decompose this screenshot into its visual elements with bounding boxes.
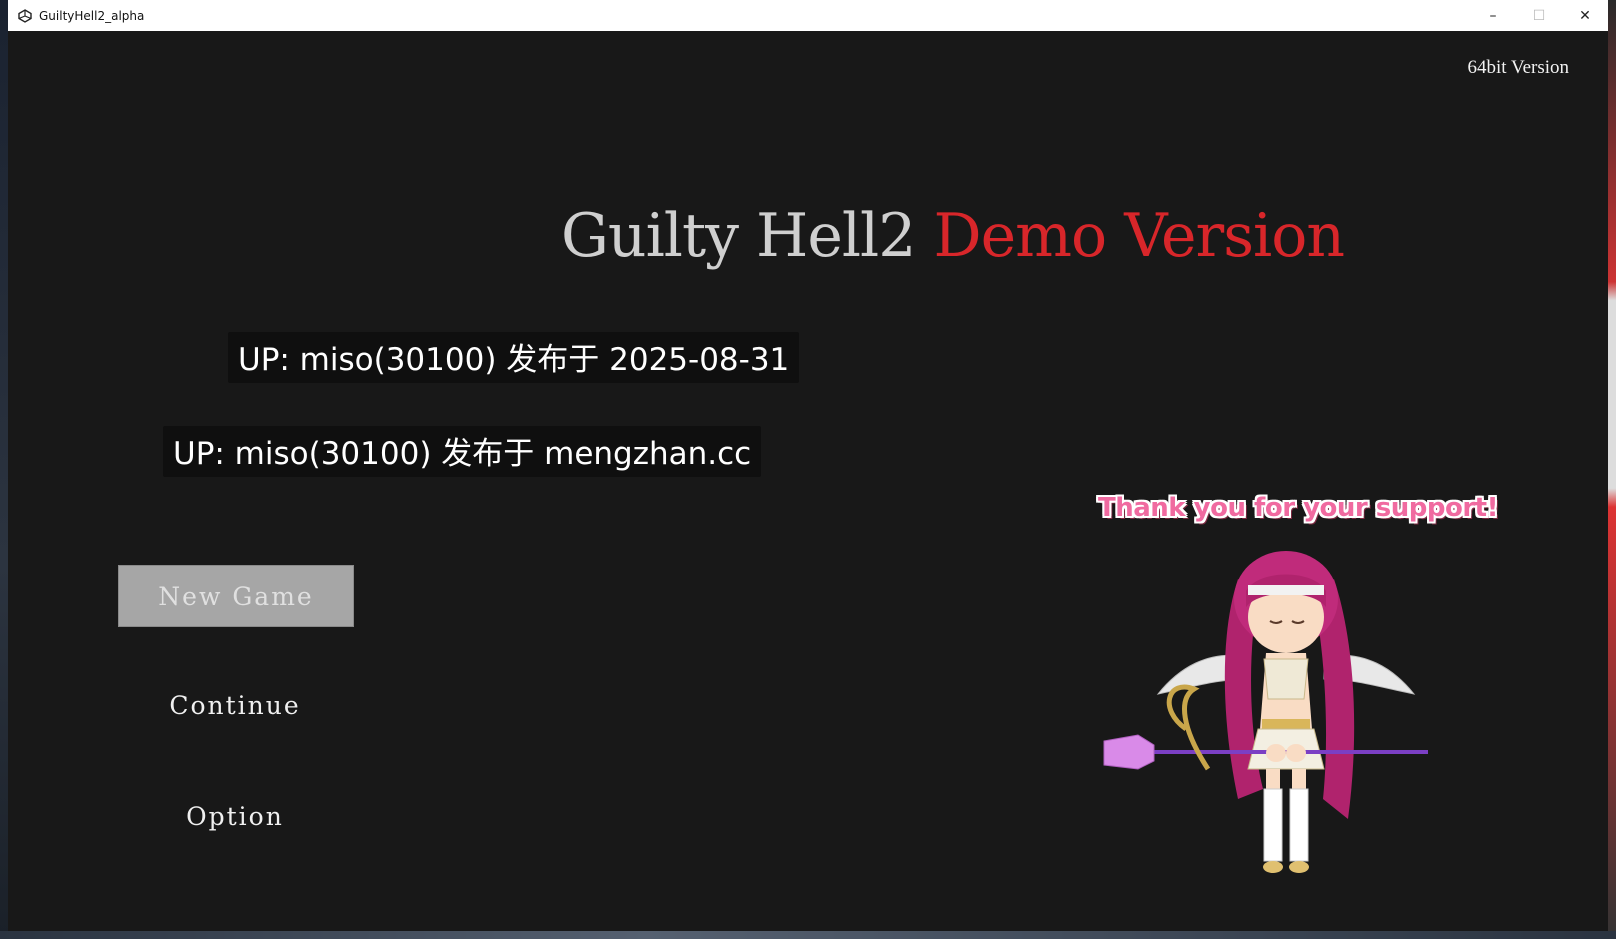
unity-icon (17, 8, 33, 24)
angel-girl-illustration (1103, 551, 1428, 873)
close-button[interactable]: ✕ (1562, 0, 1608, 31)
window-title: GuiltyHell2_alpha (39, 8, 145, 23)
game-screen: 64bit Version Guilty Hell2 Demo Version … (8, 31, 1608, 931)
uploader-site-label: UP: miso(30100) 发布于 mengzhan.cc (163, 426, 762, 477)
game-title: Guilty Hell2 Demo Version (561, 201, 1345, 271)
game-title-demo: Demo Version (933, 201, 1345, 271)
desktop-background-right (1608, 0, 1616, 939)
desktop-background-bottom (0, 931, 1616, 939)
game-window: GuiltyHell2_alpha – ☐ ✕ 64bit Version Gu… (8, 0, 1608, 931)
minimize-button[interactable]: – (1470, 0, 1516, 31)
maximize-button[interactable]: ☐ (1516, 0, 1562, 31)
game-title-main: Guilty Hell2 (561, 201, 916, 271)
uploader-date-label: UP: miso(30100) 发布于 2025-08-31 (228, 332, 800, 383)
thanks-message: Thank you for your support! (1098, 493, 1498, 523)
continue-button[interactable]: Continue (118, 675, 352, 735)
new-game-button[interactable]: New Game (118, 565, 354, 627)
desktop-background-left (0, 0, 8, 939)
version-label: 64bit Version (1467, 57, 1569, 78)
title-bar[interactable]: GuiltyHell2_alpha – ☐ ✕ (8, 0, 1608, 32)
option-button[interactable]: Option (118, 786, 352, 846)
window-controls: – ☐ ✕ (1470, 0, 1608, 31)
